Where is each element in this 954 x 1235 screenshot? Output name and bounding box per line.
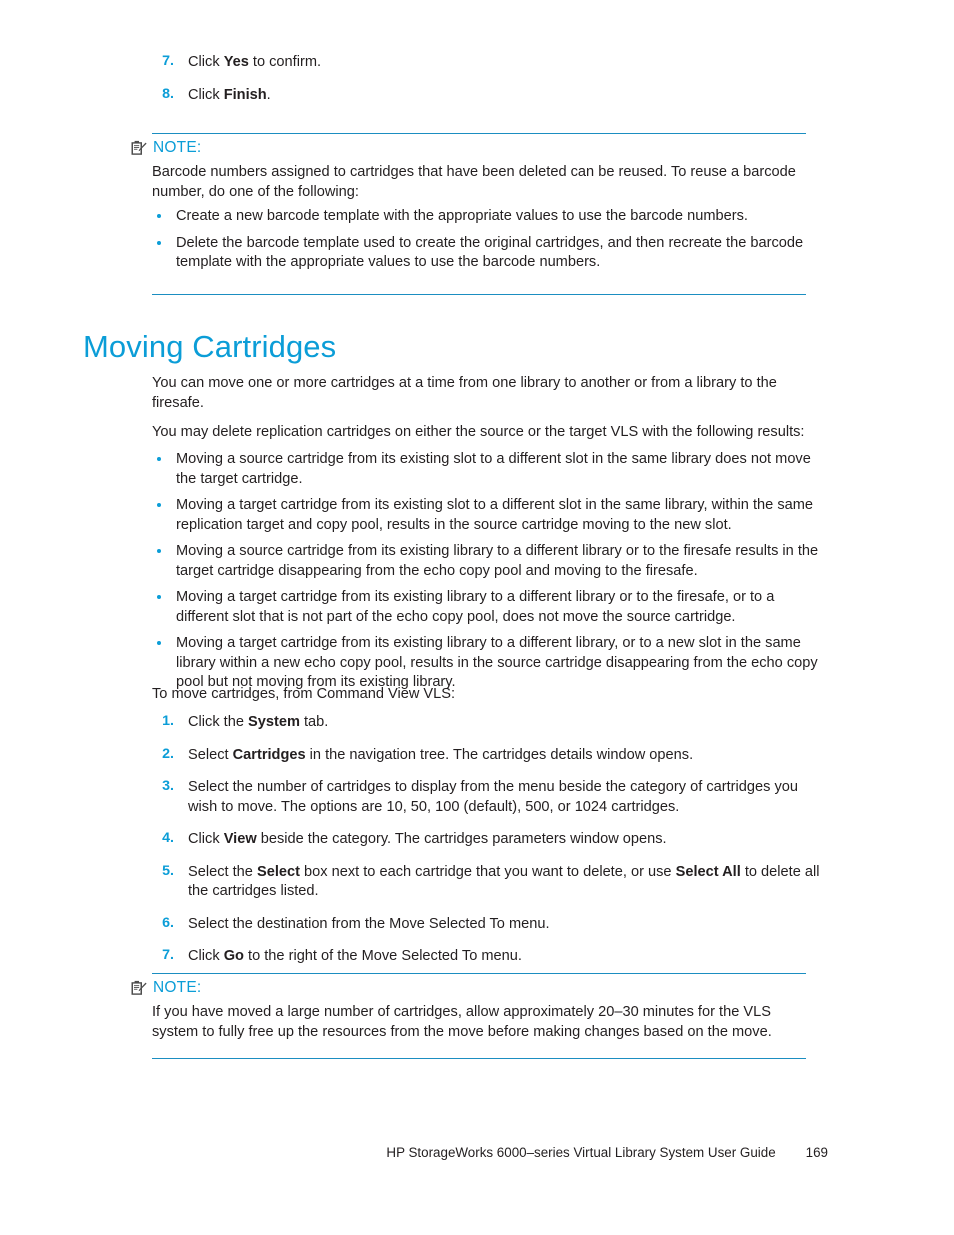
step-text: Click the System tab. (188, 714, 328, 730)
note-paragraph: If you have moved a large number of cart… (152, 1004, 772, 1040)
intro-paragraph-2: You may delete replication cartridges on… (152, 424, 805, 440)
list-item: Moving a source cartridge from its exist… (152, 542, 828, 581)
step-text-bold: Select All (675, 863, 741, 880)
bullet-text: Create a new barcode template with the a… (176, 208, 748, 224)
step-text-bold: Finish (223, 86, 267, 103)
step-item: 2. Select Cartridges in the navigation t… (152, 746, 828, 766)
note-bottom-rule (152, 1058, 806, 1059)
step-number: 5. (162, 862, 174, 879)
step-number: 7. (162, 947, 174, 963)
note-clipboard-icon (130, 140, 147, 157)
results-bullet-list: Moving a source cartridge from its exist… (152, 450, 828, 700)
step-text-bold: Cartridges (232, 746, 306, 763)
step-number: 6. (162, 914, 174, 931)
list-item: Moving a source cartridge from its exist… (152, 450, 828, 489)
step-text-run: Select the destination from the Move Sel… (188, 915, 550, 932)
step-text: Click Finish. (188, 87, 271, 103)
page-title: Moving Cartridges (83, 329, 337, 364)
note-label: NOTE: (153, 979, 202, 996)
bullet-text: Moving a target cartridge from its exist… (176, 635, 818, 690)
step-item: 5. Select the Select box next to each ca… (152, 863, 828, 902)
note-paragraph: Barcode numbers assigned to cartridges t… (152, 164, 796, 200)
step-text-run: beside the category. The cartridges para… (256, 831, 667, 847)
step-text-run: Select the number of cartridges to displ… (188, 779, 799, 815)
bullet-text: Moving a target cartridge from its exist… (176, 589, 775, 625)
step-text-run: in the navigation tree. The cartridges d… (305, 746, 694, 763)
page-number: 169 (805, 1145, 828, 1160)
step-number: 2. (162, 745, 174, 762)
step-number: 7. (162, 53, 174, 69)
note-block-barcode: NOTE: Barcode numbers assigned to cartri… (130, 133, 806, 295)
step-text-run: box next to each cartridge that you want… (299, 863, 676, 880)
note-label: NOTE: (153, 139, 202, 156)
step-item: 7. Click Yes to confirm. (152, 53, 828, 73)
step-text-post: . (266, 86, 271, 103)
step-text-post: to confirm. (248, 54, 322, 70)
intro-paragraph-1: You can move one or more cartridges at a… (152, 375, 777, 411)
list-item: Moving a target cartridge from its exist… (152, 588, 828, 627)
note-header: NOTE: (130, 134, 806, 157)
step-item: 4. Click View beside the category. The c… (152, 830, 828, 850)
step-text: Click Yes to confirm. (188, 54, 321, 70)
step-text: Click Go to the right of the Move Select… (188, 948, 522, 964)
step-text: Select the destination from the Move Sel… (188, 916, 550, 932)
list-item: Create a new barcode template with the a… (152, 207, 806, 227)
procedure-steps-list: 1. Click the System tab. 2. Select Cartr… (152, 713, 828, 980)
note-bullet-list: Create a new barcode template with the a… (152, 207, 806, 273)
top-steps-list: 7. Click Yes to confirm. 8. Click Finish… (152, 53, 828, 118)
step-text-run: Click (188, 831, 224, 847)
step-text-run: Click (188, 948, 224, 964)
bullet-text: Delete the barcode template used to crea… (176, 234, 804, 271)
page-footer: HP StorageWorks 6000–series Virtual Libr… (152, 1145, 828, 1160)
step-text: Click View beside the category. The cart… (188, 831, 667, 847)
step-text-pre: Click (188, 86, 224, 103)
note-bottom-rule (152, 293, 806, 295)
list-item: Moving a target cartridge from its exist… (152, 496, 828, 535)
step-text-bold: Select (256, 863, 300, 880)
note-body: Barcode numbers assigned to cartridges t… (152, 157, 806, 294)
bullet-text: Moving a target cartridge from its exist… (176, 497, 814, 533)
step-text-bold: Go (223, 948, 244, 964)
step-item: 6. Select the destination from the Move … (152, 915, 828, 935)
step-text-pre: Click (188, 54, 224, 70)
step-text: Select the number of cartridges to displ… (188, 779, 798, 815)
step-text: Select Cartridges in the navigation tree… (188, 747, 693, 763)
step-number: 1. (162, 713, 174, 729)
note-body: If you have moved a large number of cart… (152, 997, 806, 1058)
step-item: 8. Click Finish. (152, 86, 828, 106)
procedure-lead-text: To move cartridges, from Command View VL… (152, 686, 456, 702)
step-number: 4. (162, 830, 174, 846)
note-header: NOTE: (130, 974, 806, 997)
bullet-text: Moving a source cartridge from its exist… (176, 543, 819, 579)
step-text-run: Select (188, 746, 233, 763)
bullet-text: Moving a source cartridge from its exist… (176, 451, 811, 487)
step-item: 1. Click the System tab. (152, 713, 828, 733)
step-text-bold: System (248, 714, 300, 730)
step-text-run: Click the (188, 714, 249, 730)
note-block-move-timing: NOTE: If you have moved a large number o… (130, 973, 806, 1059)
step-text: Select the Select box next to each cartr… (188, 864, 819, 900)
step-text-run: tab. (299, 714, 329, 730)
step-number: 8. (162, 85, 174, 102)
document-page: 7. Click Yes to confirm. 8. Click Finish… (0, 0, 954, 1235)
step-number: 3. (162, 778, 174, 794)
list-item: Delete the barcode template used to crea… (152, 234, 806, 273)
step-text-run: Select the (188, 863, 257, 880)
step-item: 7. Click Go to the right of the Move Sel… (152, 947, 828, 967)
step-text-bold: View (223, 831, 257, 847)
step-text-run: to the right of the Move Selected To men… (243, 948, 522, 964)
footer-title: HP StorageWorks 6000–series Virtual Libr… (386, 1145, 776, 1160)
list-item: Moving a target cartridge from its exist… (152, 634, 828, 693)
step-item: 3. Select the number of cartridges to di… (152, 778, 828, 817)
step-text-bold: Yes (223, 54, 249, 70)
note-clipboard-icon (130, 980, 147, 997)
